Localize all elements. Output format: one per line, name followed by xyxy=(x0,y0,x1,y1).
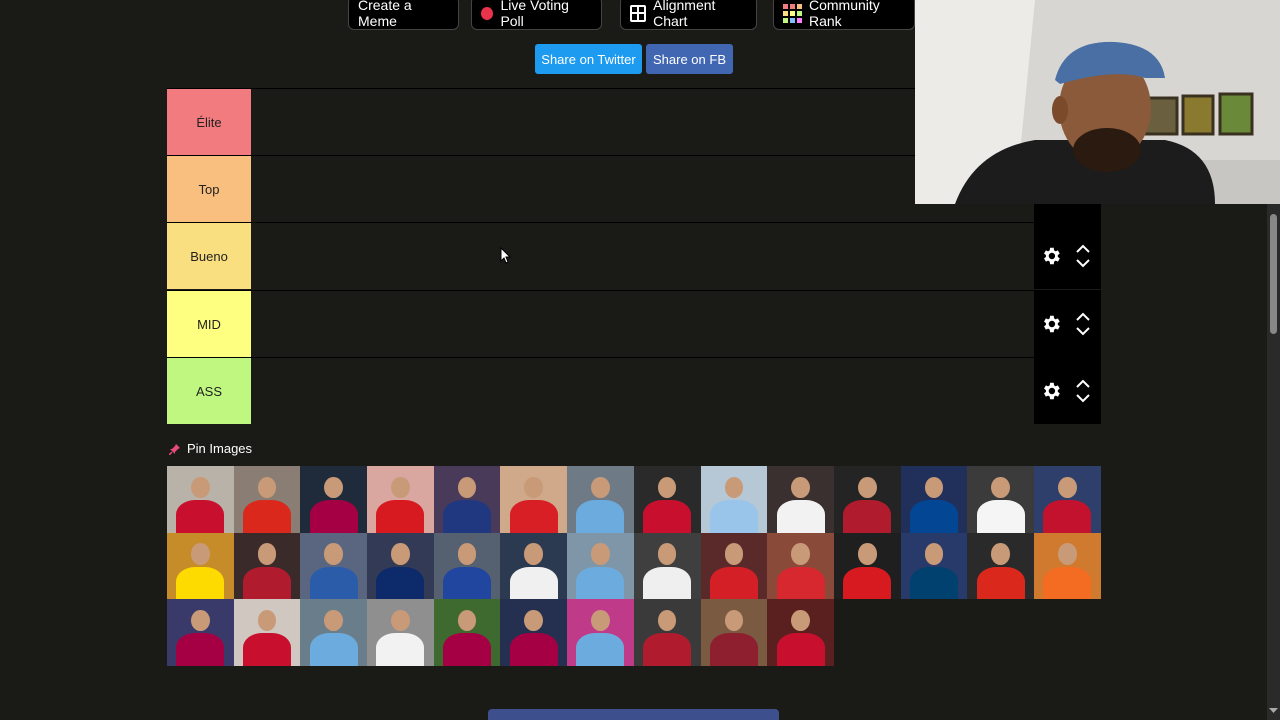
gear-icon[interactable] xyxy=(1040,313,1062,335)
player-image-tile[interactable] xyxy=(367,532,434,600)
player-image-tile[interactable] xyxy=(1033,532,1101,600)
tier-controls xyxy=(1034,291,1101,357)
player-image-tile[interactable] xyxy=(833,532,901,600)
pin-icon xyxy=(169,443,180,455)
mouse-cursor-icon xyxy=(500,247,511,264)
tier-label[interactable]: Top xyxy=(167,156,251,222)
chevron-up-icon[interactable] xyxy=(1076,312,1090,321)
player-image-tile[interactable] xyxy=(1033,466,1101,533)
player-image-tile[interactable] xyxy=(567,532,634,600)
player-image-tile[interactable] xyxy=(167,466,234,533)
player-image-tile[interactable] xyxy=(967,466,1034,533)
grid-icon xyxy=(630,4,647,22)
chevron-up-icon[interactable] xyxy=(1076,244,1090,253)
player-image-tile[interactable] xyxy=(167,532,234,600)
create-meme-label: Create a Meme xyxy=(358,0,412,29)
community-rank-label: Community Rank xyxy=(809,0,880,29)
player-image-tile[interactable] xyxy=(433,466,501,533)
tier-row[interactable]: ASS xyxy=(167,357,1101,424)
player-image-tile[interactable] xyxy=(567,599,634,667)
player-image-tile[interactable] xyxy=(500,532,568,600)
player-image-tile[interactable] xyxy=(233,466,301,533)
share-twitter-button[interactable]: Share on Twitter xyxy=(535,44,642,74)
tier-label[interactable]: Élite xyxy=(167,89,251,155)
tier-label[interactable]: ASS xyxy=(167,358,251,424)
tier-drop-area[interactable] xyxy=(251,291,1034,357)
player-image-tile[interactable] xyxy=(300,599,368,667)
player-image-tile[interactable] xyxy=(567,466,634,533)
tier-drop-area[interactable] xyxy=(251,223,1034,289)
pin-images-label: Pin Images xyxy=(187,441,253,456)
tier-row[interactable]: Bueno xyxy=(167,222,1101,289)
player-image-tile[interactable] xyxy=(633,599,701,667)
player-image-tile[interactable] xyxy=(433,532,501,600)
player-image-tile[interactable] xyxy=(900,466,968,533)
gear-icon[interactable] xyxy=(1040,245,1062,267)
player-image-tile[interactable] xyxy=(767,532,834,600)
save-download-button[interactable] xyxy=(488,709,779,720)
player-image-tile[interactable] xyxy=(167,599,234,667)
chevron-down-icon[interactable] xyxy=(1076,259,1090,268)
player-image-tile[interactable] xyxy=(500,466,568,533)
create-meme-button[interactable]: Create a Meme xyxy=(348,0,459,30)
player-image-tile[interactable] xyxy=(700,599,768,667)
share-fb-button[interactable]: Share on FB xyxy=(646,44,733,74)
record-dot-icon xyxy=(481,6,494,20)
alignment-chart-label: Alignment Chart xyxy=(653,0,716,29)
player-image-tile[interactable] xyxy=(367,466,434,533)
player-image-tile[interactable] xyxy=(633,532,701,600)
player-image-tile[interactable] xyxy=(833,466,901,533)
player-image-tile[interactable] xyxy=(367,599,434,667)
tier-label[interactable]: Bueno xyxy=(167,223,251,289)
live-voting-poll-button[interactable]: Live Voting Poll xyxy=(471,0,602,30)
chevron-down-icon[interactable] xyxy=(1076,327,1090,336)
scrollbar[interactable] xyxy=(1267,204,1280,720)
tier-controls xyxy=(1034,358,1101,424)
tier-row[interactable]: MID xyxy=(167,290,1101,357)
player-image-tile[interactable] xyxy=(300,532,368,600)
image-pool xyxy=(167,466,1101,667)
chevron-down-icon[interactable] xyxy=(1076,394,1090,403)
tier-controls xyxy=(1034,223,1101,289)
alignment-chart-button[interactable]: Alignment Chart xyxy=(620,0,757,30)
chevron-up-icon[interactable] xyxy=(1076,379,1090,388)
player-image-tile[interactable] xyxy=(633,466,701,533)
tier-drop-area[interactable] xyxy=(251,358,1034,424)
player-image-tile[interactable] xyxy=(433,599,501,667)
player-image-tile[interactable] xyxy=(767,466,834,533)
gear-icon[interactable] xyxy=(1040,380,1062,402)
tier-label[interactable]: MID xyxy=(167,291,251,357)
player-image-tile[interactable] xyxy=(300,466,368,533)
scroll-down-icon[interactable] xyxy=(1269,708,1278,714)
player-image-tile[interactable] xyxy=(233,532,301,600)
community-rank-button[interactable]: Community Rank xyxy=(773,0,915,30)
player-image-tile[interactable] xyxy=(767,599,834,667)
tier-grid-icon xyxy=(783,3,802,23)
live-voting-poll-label: Live Voting Poll xyxy=(500,0,569,29)
player-image-tile[interactable] xyxy=(900,532,968,600)
player-image-tile[interactable] xyxy=(500,599,568,667)
pin-images-heading[interactable]: Pin Images xyxy=(169,441,252,456)
player-image-tile[interactable] xyxy=(700,532,768,600)
player-image-tile[interactable] xyxy=(233,599,301,667)
player-image-tile[interactable] xyxy=(967,532,1034,600)
webcam-overlay xyxy=(915,0,1280,204)
player-image-tile[interactable] xyxy=(700,466,768,533)
scrollbar-thumb[interactable] xyxy=(1270,214,1277,334)
